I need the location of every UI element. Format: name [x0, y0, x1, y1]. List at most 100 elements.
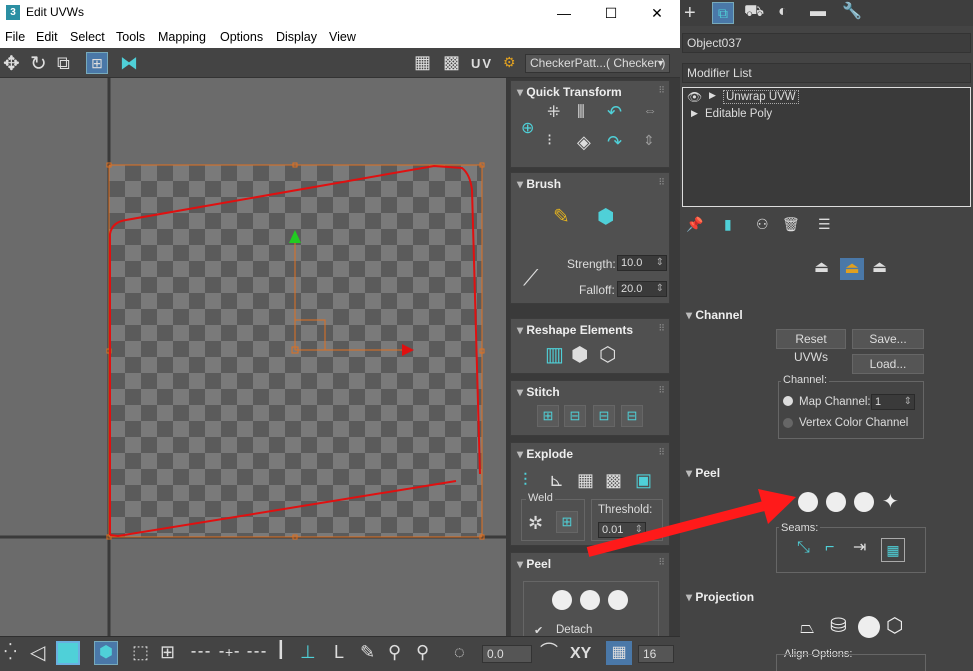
- detach-checkbox[interactable]: ✔: [534, 624, 543, 636]
- select-polygon-icon[interactable]: [56, 641, 80, 665]
- menu-file[interactable]: File: [5, 30, 25, 44]
- grid-snap-icon[interactable]: ▦: [606, 641, 632, 665]
- minimize-button[interactable]: —: [541, 0, 587, 26]
- menu-edit[interactable]: Edit: [36, 30, 58, 44]
- falloff-spinner[interactable]: 20.0: [617, 281, 667, 297]
- stitch-source-icon[interactable]: ⊟: [564, 405, 586, 427]
- falloff-curve-icon[interactable]: ⌒: [540, 643, 558, 661]
- explode-header[interactable]: Explode: [517, 447, 573, 461]
- detach-edge-icon[interactable]: ⊾: [549, 471, 564, 489]
- vertex-mode-icon[interactable]: ⏏: [814, 260, 829, 276]
- expand-selection-icon[interactable]: ⁃⁃⁃: [190, 645, 211, 659]
- menu-tools[interactable]: Tools: [116, 30, 145, 44]
- spherical-map-icon[interactable]: [858, 616, 880, 638]
- expand-arrow-icon[interactable]: ▶: [691, 108, 698, 119]
- menu-display[interactable]: Display: [276, 30, 317, 44]
- display-tab-icon[interactable]: ▬: [810, 4, 826, 20]
- reset-peel-icon[interactable]: [608, 590, 628, 610]
- expand-arrow-icon[interactable]: ▶: [709, 90, 716, 101]
- close-button[interactable]: ✕: [634, 0, 680, 26]
- channel-section-header[interactable]: Channel: [686, 308, 742, 322]
- projection-section-header[interactable]: Projection: [686, 590, 754, 604]
- texture-dropdown[interactable]: CheckerPatt...( Checker ) ▼: [525, 54, 670, 73]
- object-name-field[interactable]: Object037: [682, 33, 971, 53]
- stitch-header[interactable]: Stitch: [517, 385, 559, 399]
- select-vertex-icon[interactable]: ⁛: [4, 645, 17, 661]
- hierarchy-tab-icon[interactable]: ⛟: [744, 4, 764, 20]
- select-edge-icon[interactable]: ◁: [30, 643, 45, 663]
- stitch-average-icon[interactable]: ⊟: [593, 405, 615, 427]
- flip-vertical-icon[interactable]: ⇕: [643, 133, 655, 147]
- relax-settings-icon[interactable]: ⬡: [599, 345, 616, 365]
- grid-size-spinner[interactable]: 16: [638, 645, 674, 663]
- vertex-color-radio[interactable]: [783, 418, 793, 428]
- coordinate-mode-label[interactable]: XY: [570, 645, 591, 663]
- weld-selected-icon[interactable]: ✲: [528, 514, 543, 532]
- pin-stack-icon[interactable]: 📌: [686, 217, 703, 231]
- pen-tool-icon[interactable]: ⟋: [523, 267, 538, 289]
- peel-header-window[interactable]: Peel: [517, 557, 551, 571]
- quick-transform-header[interactable]: Quick Transform: [517, 85, 621, 99]
- relax-icon[interactable]: ⬢: [571, 345, 588, 365]
- reset-uvws-button[interactable]: Reset UVWs: [776, 329, 846, 364]
- quick-peel-icon[interactable]: [798, 492, 818, 512]
- shrink-selection-icon[interactable]: ⁃⁃⁃: [246, 645, 267, 659]
- modify-tab-icon[interactable]: ⧉: [712, 2, 734, 24]
- gear-icon[interactable]: ⚙: [503, 55, 516, 69]
- maximize-button[interactable]: ☐: [588, 0, 634, 26]
- peel-mode-icon[interactable]: [826, 492, 846, 512]
- modifier-list-dropdown[interactable]: Modifier List: [682, 63, 971, 83]
- make-unique-icon[interactable]: ⚇: [756, 217, 769, 231]
- space-horizontal-icon[interactable]: ⦀: [577, 103, 585, 121]
- straighten-icon[interactable]: ▥: [545, 345, 564, 365]
- rotate-cw-icon[interactable]: ↷: [607, 133, 622, 151]
- paint-bucket-2-icon[interactable]: ⚲: [416, 643, 429, 661]
- quick-peel-icon[interactable]: [552, 590, 572, 610]
- checker-icon[interactable]: ▩: [443, 53, 460, 71]
- stack-item-editable-poly[interactable]: ▶ Editable Poly: [683, 107, 970, 123]
- paint-bucket-icon[interactable]: ⚲: [388, 643, 401, 661]
- paint-brush-icon[interactable]: ✎: [553, 207, 570, 227]
- eye-icon[interactable]: 👁: [687, 90, 702, 104]
- expand-seams-icon[interactable]: ▦: [881, 538, 905, 562]
- face-mode-icon[interactable]: ⏏: [872, 260, 887, 276]
- stack-item-unwrap-uvw[interactable]: 👁 ▶ Unwrap UVW: [683, 89, 970, 105]
- map-channel-radio[interactable]: [783, 396, 793, 406]
- ring-select-icon[interactable]: ⊥: [300, 643, 316, 661]
- planar-map-icon[interactable]: ⏢: [800, 618, 814, 636]
- edge-select-icon[interactable]: L: [334, 643, 344, 661]
- mirror-icon[interactable]: ⧓: [120, 54, 138, 72]
- flatten-by-material-icon[interactable]: ▩: [605, 471, 622, 489]
- uv-editor-viewport[interactable]: [0, 78, 506, 636]
- freeform-mode-icon[interactable]: ⊞: [86, 52, 108, 74]
- align-center-icon[interactable]: ⊕: [521, 121, 534, 137]
- brush-header[interactable]: Brush: [517, 177, 561, 191]
- rotate-ccw-icon[interactable]: ↶: [607, 103, 622, 121]
- loop-select-icon[interactable]: ┃: [276, 643, 286, 659]
- edit-seams-icon[interactable]: ⌐: [825, 540, 834, 556]
- soft-selection-icon[interactable]: ◌: [454, 643, 465, 661]
- paint-select-icon[interactable]: ⊞: [160, 643, 175, 661]
- strength-spinner[interactable]: 10.0: [617, 255, 667, 271]
- flatten-icon[interactable]: ▣: [635, 471, 652, 489]
- move-icon[interactable]: ✥: [3, 54, 20, 74]
- reset-peel-icon[interactable]: [854, 492, 874, 512]
- reshape-header[interactable]: Reshape Elements: [517, 323, 633, 337]
- configure-sets-icon[interactable]: ☰: [818, 217, 831, 231]
- weld-target-icon[interactable]: ⊞: [556, 511, 578, 533]
- map-channel-spinner[interactable]: 1: [871, 394, 915, 410]
- menu-mapping[interactable]: Mapping: [158, 30, 206, 44]
- stitch-target-icon[interactable]: ⊟: [621, 405, 643, 427]
- create-tab-icon[interactable]: +: [684, 3, 696, 23]
- edge-mode-icon[interactable]: ⏏: [840, 258, 864, 280]
- align-horizontal-icon[interactable]: ⁜: [547, 105, 560, 121]
- flip-horizontal-icon[interactable]: ⇔: [643, 103, 657, 117]
- angle-spinner[interactable]: 0.0: [482, 645, 532, 663]
- brush-select-icon[interactable]: ✎: [360, 643, 375, 661]
- grow-selection-icon[interactable]: ⁃+⁃: [218, 645, 240, 659]
- break-icon[interactable]: ⫶: [523, 471, 528, 489]
- cylindrical-map-icon[interactable]: ⛁: [830, 616, 847, 636]
- menu-options[interactable]: Options: [220, 30, 263, 44]
- show-map-icon[interactable]: ▦: [414, 53, 431, 71]
- peel-section-header[interactable]: Peel: [686, 466, 720, 480]
